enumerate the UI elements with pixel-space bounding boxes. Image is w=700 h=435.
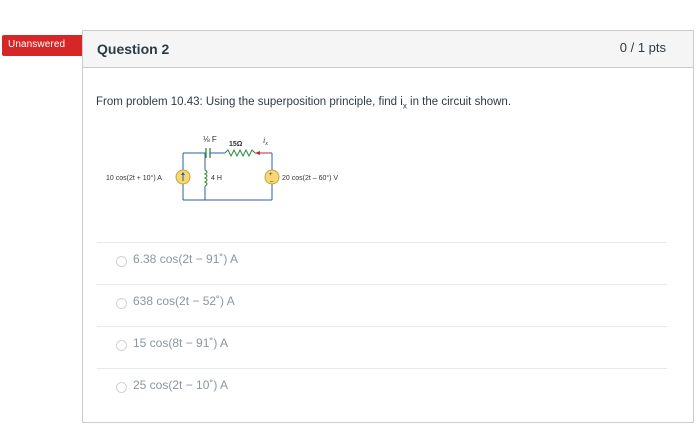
circuit-wires [182, 152, 273, 201]
answer-radio-2[interactable] [116, 298, 127, 309]
question-text-main: From problem 10.43: Using the superposit… [96, 96, 403, 108]
capacitor-symbol [198, 148, 218, 158]
current-source-label: 10 cos(2t + 10°) A [106, 174, 162, 182]
capacitor-label: ⅛ F [203, 135, 217, 144]
resistor-symbol [224, 148, 256, 158]
question-text: From problem 10.43: Using the superposit… [96, 96, 511, 110]
question-title: Question 2 [97, 41, 170, 57]
question-text-end: in the circuit shown. [406, 96, 512, 108]
inductor-symbol [203, 169, 208, 187]
answer-text-3: 15 cos(8t − 91˚) A [133, 336, 229, 350]
question-header: Question 2 0 / 1 pts [83, 31, 693, 68]
answer-option-3[interactable]: 15 cos(8t − 91˚) A [97, 326, 667, 367]
flag-label: Unanswered [8, 39, 66, 50]
inductor-label: 4 H [211, 175, 222, 182]
question-points: 0 / 1 pts [619, 40, 666, 55]
current-label: ix [263, 136, 268, 147]
answer-radio-1[interactable] [116, 256, 127, 267]
answer-radio-4[interactable] [116, 382, 127, 393]
answer-text-2: 638 cos(2t − 52˚) A [133, 294, 235, 308]
voltage-source-label: 20 cos(2t – 60°) V [282, 174, 338, 182]
current-arrow [255, 151, 270, 155]
answer-radio-3[interactable] [116, 340, 127, 351]
voltage-source-symbol: + – [264, 169, 280, 185]
answer-option-4[interactable]: 25 cos(2t − 10˚) A [97, 368, 667, 409]
resistor-label: 15Ω [229, 141, 243, 148]
answer-text-4: 25 cos(2t − 10˚) A [133, 378, 229, 392]
answer-text-1: 6.38 cos(2t − 91˚) A [133, 252, 239, 266]
answer-option-1[interactable]: 6.38 cos(2t − 91˚) A [97, 242, 667, 283]
answer-option-2[interactable]: 638 cos(2t − 52˚) A [97, 284, 667, 325]
current-source-symbol [175, 169, 191, 185]
svg-text:+: + [269, 172, 273, 178]
circuit-diagram: ⅛ F 15Ω ix 4 H 10 cos(2t + 10°) A + – 20… [106, 135, 338, 201]
